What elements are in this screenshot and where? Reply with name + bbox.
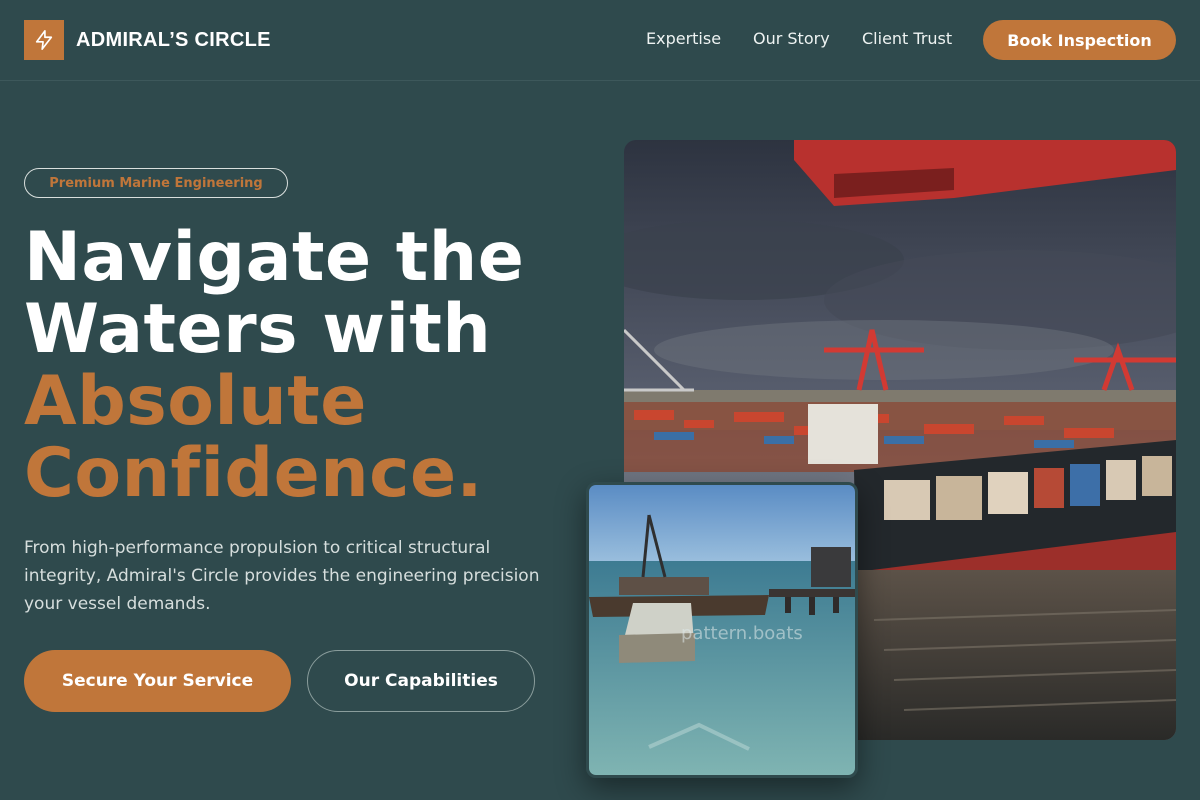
nav-link-client-trust[interactable]: Client Trust bbox=[862, 28, 952, 50]
headline-accent-line-2: Confidence. bbox=[24, 434, 483, 513]
capabilities-button[interactable]: Our Capabilities bbox=[307, 650, 535, 712]
main-nav: Expertise Our Story Client Trust bbox=[646, 28, 952, 50]
nav-link-expertise[interactable]: Expertise bbox=[646, 28, 721, 50]
headline-accent-line-1: Absolute bbox=[24, 362, 367, 441]
category-badge: Premium Marine Engineering bbox=[24, 168, 288, 198]
brand-logo[interactable]: ADMIRAL’S CIRCLE bbox=[24, 20, 271, 60]
nav-link-our-story[interactable]: Our Story bbox=[753, 28, 830, 50]
hero-headline: Navigate the Waters with Absolute Confid… bbox=[24, 222, 604, 510]
boats-inset-photo: pattern.boats bbox=[586, 482, 858, 778]
site-header: ADMIRAL’S CIRCLE Expertise Our Story Cli… bbox=[0, 0, 1200, 81]
brand-name: ADMIRAL’S CIRCLE bbox=[76, 28, 271, 51]
secure-service-button[interactable]: Secure Your Service bbox=[24, 650, 291, 712]
landing-page: ADMIRAL’S CIRCLE Expertise Our Story Cli… bbox=[0, 0, 1200, 800]
lightning-bolt-icon bbox=[24, 20, 64, 60]
headline-line-1: Navigate the bbox=[24, 218, 525, 297]
hero-description: From high-performance propulsion to crit… bbox=[24, 538, 540, 614]
headline-line-2: Waters with bbox=[24, 290, 492, 369]
inset-watermark: pattern.boats bbox=[681, 623, 803, 644]
book-inspection-button[interactable]: Book Inspection bbox=[983, 20, 1176, 60]
